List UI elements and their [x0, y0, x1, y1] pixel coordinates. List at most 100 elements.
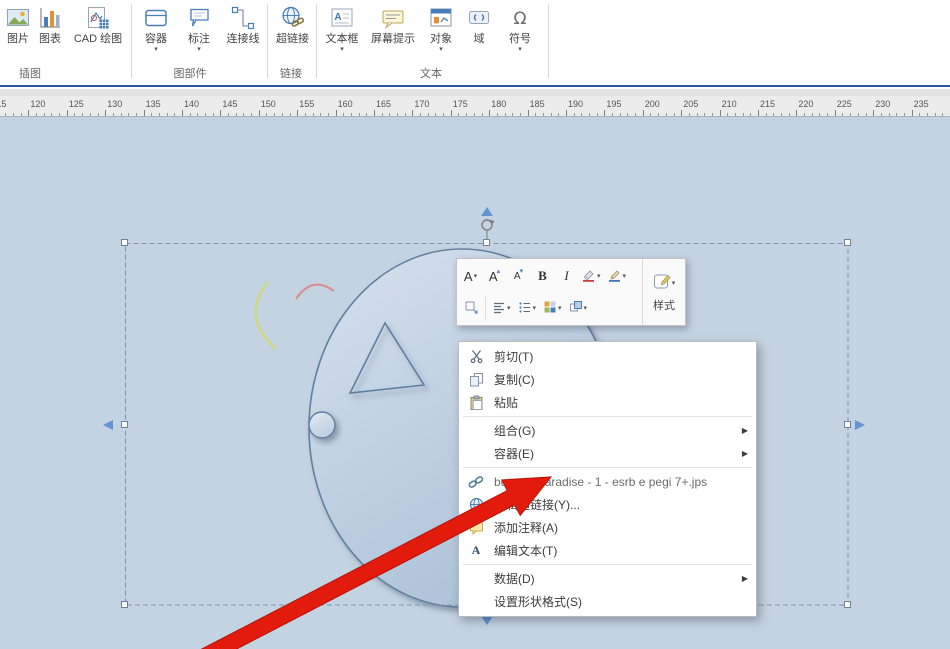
ruler-tick	[889, 113, 890, 116]
bullets-button[interactable]: ▾	[515, 295, 540, 321]
ruler-tick	[581, 113, 582, 116]
ribbon-button-screentip[interactable]: 屏幕提示	[365, 1, 421, 63]
ribbon-button-hyperlink[interactable]: 超链接	[270, 1, 315, 63]
connect-arrow-left[interactable]	[103, 420, 113, 430]
menu-item-format-shape[interactable]: 设置形状格式(S)	[460, 590, 755, 613]
ruler-tick	[466, 113, 467, 116]
connect-arrow-right[interactable]	[855, 420, 865, 430]
ribbon-button-container[interactable]: 容器 ▾	[134, 1, 178, 63]
arc-shape-yellow[interactable]	[256, 282, 276, 349]
selection-handle-top-middle[interactable]	[483, 239, 490, 246]
chevron-down-icon: ▾	[340, 46, 344, 54]
ruler-tick	[98, 113, 99, 116]
menu-item-group[interactable]: 组合(G) ▶	[460, 419, 755, 442]
selection-handle-middle-right[interactable]	[844, 421, 851, 428]
ribbon-button-field[interactable]: 域	[461, 1, 497, 63]
ruler-tick	[919, 113, 920, 116]
font-button[interactable]: A▾	[459, 263, 482, 289]
selection-handle-top-left[interactable]	[121, 239, 128, 246]
button-label: 文本框	[326, 33, 359, 46]
ribbon-button-callout[interactable]: 标注 ▾	[178, 1, 220, 63]
ruler-tick	[489, 110, 490, 116]
ruler-tick	[228, 113, 229, 116]
arc-shape-red[interactable]	[296, 285, 334, 299]
selection-handle-top-right[interactable]	[844, 239, 851, 246]
ruler-tick	[474, 113, 475, 116]
ruler-label: 220	[798, 99, 813, 109]
ruler-label: 130	[107, 99, 122, 109]
menu-item-edit-hyperlink[interactable]: 编辑超链接(Y)...	[460, 493, 755, 516]
ruler-tick	[535, 113, 536, 116]
menu-item-container[interactable]: 容器(E) ▶	[460, 442, 755, 465]
selection-handle-bottom-right[interactable]	[844, 601, 851, 608]
menu-item-edit-text[interactable]: A 编辑文本(T)	[460, 539, 755, 562]
ribbon-button-cad-drawing[interactable]: CAD 绘图	[66, 1, 130, 63]
ribbon-button-connector[interactable]: 连接线	[220, 1, 266, 63]
chevron-down-icon: ▾	[507, 304, 511, 312]
selection-handle-middle-left[interactable]	[121, 421, 128, 428]
ruler-tick	[635, 113, 636, 116]
menu-separator	[463, 416, 752, 417]
ruler-tick	[627, 113, 628, 116]
position-button[interactable]: ▾	[540, 295, 565, 321]
ruler-tick	[881, 113, 882, 116]
ruler-tick	[13, 113, 14, 116]
ruler-tick	[397, 113, 398, 116]
ruler-tick	[366, 113, 367, 116]
submenu-arrow-icon: ▶	[742, 449, 748, 458]
menu-item-add-comment[interactable]: 添加注释(A)	[460, 516, 755, 539]
ribbon-button-object[interactable]: 对象 ▾	[421, 1, 461, 63]
ruler-tick	[658, 113, 659, 116]
ruler-tick	[420, 113, 421, 116]
menu-item-cut[interactable]: 剪切(T)	[460, 345, 755, 368]
small-circle-shape[interactable]	[309, 412, 335, 438]
ruler-tick	[74, 113, 75, 116]
chevron-down-icon: ▾	[439, 46, 443, 54]
ruler-tick	[151, 113, 152, 116]
hyperlink-icon	[280, 1, 306, 31]
ribbon-button-picture[interactable]: 图片	[2, 1, 34, 63]
horizontal-ruler[interactable]: 1151201251301351401451501551601651701751…	[0, 96, 950, 117]
connect-arrow-down[interactable]	[481, 616, 493, 625]
italic-button[interactable]: I	[555, 263, 578, 289]
menu-item-hyperlink-target[interactable]: burnout paradise - 1 - esrb e pegi 7+.jp…	[460, 470, 755, 493]
ruler-tick	[650, 113, 651, 116]
menu-item-copy[interactable]: 复制(C)	[460, 368, 755, 391]
highlight-color-button[interactable]: ▾	[579, 263, 604, 289]
ruler-label: 120	[30, 99, 45, 109]
shrink-font-button[interactable]: A▾	[507, 263, 530, 289]
menu-item-paste[interactable]: 粘贴	[460, 391, 755, 414]
chevron-down-icon: ▾	[518, 46, 522, 54]
ruler-tick	[282, 113, 283, 116]
grow-font-button[interactable]: A▴	[483, 263, 506, 289]
ruler-tick	[297, 110, 298, 116]
drawing-canvas[interactable]: A▾ A▴ A▾ B I ▾ ▾ ▾ ▾ ▾ ▾ ▾ 样式	[0, 117, 950, 649]
button-label: 图片	[7, 33, 29, 46]
ruler-tick	[935, 113, 936, 116]
ruler-label: 150	[261, 99, 276, 109]
bold-button[interactable]: B	[531, 263, 554, 289]
ribbon-button-textbox[interactable]: A 文本框 ▾	[319, 1, 365, 63]
bullets-icon	[518, 300, 532, 317]
autosize-button[interactable]	[459, 295, 482, 321]
ruler-tick	[190, 113, 191, 116]
toolbar-divider	[485, 297, 486, 319]
chevron-down-icon: ▾	[623, 272, 627, 280]
globe-link-icon	[466, 497, 486, 512]
ruler-tick	[113, 113, 114, 116]
ruler-tick	[136, 113, 137, 116]
menu-item-data[interactable]: 数据(D) ▶	[460, 567, 755, 590]
arrange-button[interactable]: ▾	[566, 295, 591, 321]
mini-toolbar: A▾ A▴ A▾ B I ▾ ▾ ▾ ▾ ▾ ▾ ▾ 样式	[456, 258, 686, 326]
ruler-tick	[243, 113, 244, 116]
ruler-tick	[359, 113, 360, 116]
line-color-button[interactable]: ▾	[605, 263, 630, 289]
ruler-tick	[566, 110, 567, 116]
rotation-handle[interactable]	[482, 220, 495, 239]
selection-handle-bottom-left[interactable]	[121, 601, 128, 608]
ribbon-button-symbol[interactable]: Ω 符号 ▾	[497, 1, 543, 63]
style-button[interactable]: ▾ 样式	[642, 259, 685, 325]
ribbon-button-chart[interactable]: 图表	[34, 1, 66, 63]
connect-arrow-up[interactable]	[481, 207, 493, 216]
align-button[interactable]: ▾	[489, 295, 514, 321]
